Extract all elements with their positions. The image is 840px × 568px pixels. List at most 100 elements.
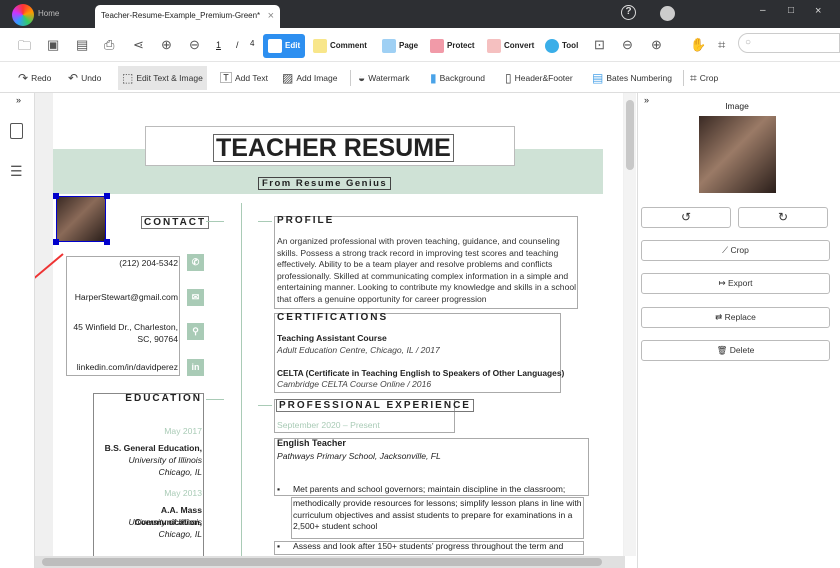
cert-name[interactable]: Teaching Assistant Course [277,333,387,345]
edu-degree[interactable]: B.S. General Education, [95,443,202,455]
header-footer-button[interactable]: ▯ Header&Footer [505,68,573,88]
title-bar: Home Teacher-Resume-Example_Premium-Gree… [0,0,840,29]
mode-edit[interactable]: Edit [263,34,306,58]
edu-city[interactable]: Chicago, IL [95,467,202,479]
replace-image-button[interactable]: ⇄ Replace [641,307,830,328]
crop-page-button[interactable]: ⌗ Crop [690,68,718,88]
contact-heading[interactable]: CONTACT [141,216,210,229]
mode-protect[interactable]: Protect [430,34,475,58]
help-icon[interactable]: ? [621,5,636,20]
zoom-out-icon[interactable]: ⊖ [622,37,633,53]
open-folder-icon[interactable]: 🗀 [18,37,31,59]
profile-text[interactable]: An organized professional with proven te… [277,236,577,306]
previous-page-icon[interactable]: ⊕ [161,37,172,53]
select-tool-icon[interactable]: ⌗ [718,37,725,53]
delete-image-button[interactable]: 🗑 Delete [641,340,830,361]
mode-tool[interactable]: Tool [545,34,578,58]
vertical-scroll-thumb[interactable] [626,100,634,170]
bullet-icon: ▪ [277,484,281,494]
address-line2[interactable]: SC, 90764 [65,334,178,346]
page-current[interactable]: 1 [216,40,221,50]
edu-city[interactable]: Chicago, IL [95,529,202,541]
page-separator: / [236,40,239,50]
image-properties-panel: » Image ↺ ↻ ⟋ Crop ↦ Export ⇄ Replace 🗑 … [637,93,840,568]
certifications-heading[interactable]: CERTIFICATIONS [277,312,388,323]
cert-detail[interactable]: Adult Education Centre, Chicago, IL / 20… [277,345,440,357]
expand-left-icon[interactable]: » [16,95,21,105]
edu-date[interactable]: May 2017 [95,426,202,438]
outline-icon[interactable]: ☰ [10,163,23,180]
email[interactable]: HarperStewart@gmail.com [68,292,178,304]
phone[interactable]: (212) 204-5342 [68,258,178,270]
print-icon[interactable]: ⎙ [104,37,114,53]
experience-heading[interactable]: PROFESSIONAL EXPERIENCE [276,399,474,412]
horizontal-scroll-thumb[interactable] [42,558,602,566]
fit-page-icon[interactable]: ⊡ [594,37,605,53]
redo-button[interactable]: ↷ Redo [18,68,51,88]
hand-tool-icon[interactable]: ✋ [690,37,706,53]
bullet-text[interactable]: methodically provide resources for lesso… [291,497,584,539]
address-line1[interactable]: 45 Winfield Dr., Charleston, [65,322,178,334]
resume-subtitle[interactable]: From Resume Genius [258,177,392,190]
edu-date[interactable]: May 2013 [95,488,202,500]
tab-document[interactable]: Teacher-Resume-Example_Premium-Green* × [95,5,280,29]
resize-handle[interactable] [104,239,110,245]
resize-handle[interactable] [53,193,59,199]
resize-handle[interactable] [53,239,59,245]
bullet-text[interactable]: Assess and look after 150+ students’ pro… [293,541,563,553]
tab-home[interactable]: Home [38,6,59,22]
edit-text-image-icon: ⬚ [122,71,134,85]
undo-button[interactable]: ↶ Undo [68,68,101,88]
rotate-left-button[interactable]: ↺ [641,207,731,228]
avatar[interactable] [660,6,675,21]
edit-text-image-button[interactable]: ⬚ Edit Text & Image [118,66,207,90]
phone-icon: ✆ [187,254,204,271]
comment-icon [313,39,327,53]
save-as-icon[interactable]: ▤ [76,37,88,53]
background-button[interactable]: ▮ Background [430,68,485,88]
cert-detail[interactable]: Cambridge CELTA Course Online / 2016 [277,379,431,391]
resize-handle[interactable] [104,193,110,199]
share-icon[interactable]: ⋖ [133,37,144,53]
job-title[interactable]: English Teacher [277,438,346,450]
thumbnails-icon[interactable] [10,123,23,139]
linkedin[interactable]: linkedin.com/in/davidperez [65,362,178,374]
watermark-button[interactable]: ◒ Watermark [358,68,410,88]
education-heading[interactable]: EDUCATION [125,393,202,404]
job-place[interactable]: Pathways Primary School, Jacksonville, F… [277,451,441,463]
left-sidebar: » ☰ [0,93,35,568]
rotate-right-button[interactable]: ↻ [738,207,828,228]
add-text-button[interactable]: 🅃 Add Text [220,68,268,88]
page-icon [382,39,396,53]
add-image-button[interactable]: ▨ Add Image [282,68,337,88]
close-tab-icon[interactable]: × [268,5,274,27]
profile-heading[interactable]: PROFILE [277,215,334,226]
edu-school[interactable]: University of Illinois [95,517,202,529]
divider [350,70,351,86]
selected-profile-image[interactable] [56,196,106,242]
divider [258,405,272,406]
bullet-text[interactable]: Met parents and school governors; mainta… [293,484,565,496]
mode-convert[interactable]: Convert [487,34,534,58]
close-window-button[interactable]: × [815,5,821,17]
add-text-icon: 🅃 [220,71,233,85]
mode-comment[interactable]: Comment [313,34,367,58]
cert-name[interactable]: CELTA (Certificate in Teaching English t… [277,368,564,380]
zoom-in-icon[interactable]: ⊕ [651,37,662,53]
search-input[interactable] [738,33,840,53]
maximize-button[interactable]: □ [788,5,794,16]
search-icon: ○ [745,37,752,48]
export-image-button[interactable]: ↦ Export [641,273,830,294]
mode-page[interactable]: Page [382,34,418,58]
save-icon[interactable]: ▣ [47,37,59,53]
bates-numbering-button[interactable]: ▤ Bates Numbering [592,68,672,88]
crop-image-button[interactable]: ⟋ Crop [641,240,830,261]
trash-icon: 🗑 [716,345,730,355]
rotate-left-icon: ↺ [680,210,692,224]
next-page-icon[interactable]: ⊖ [189,37,200,53]
minimize-button[interactable]: – [760,5,766,16]
resume-title[interactable]: TEACHER RESUME [213,134,454,162]
edu-school[interactable]: University of Illinois [95,455,202,467]
experience-date[interactable]: September 2020 – Present [277,420,380,432]
location-icon: ⚲ [187,323,204,340]
